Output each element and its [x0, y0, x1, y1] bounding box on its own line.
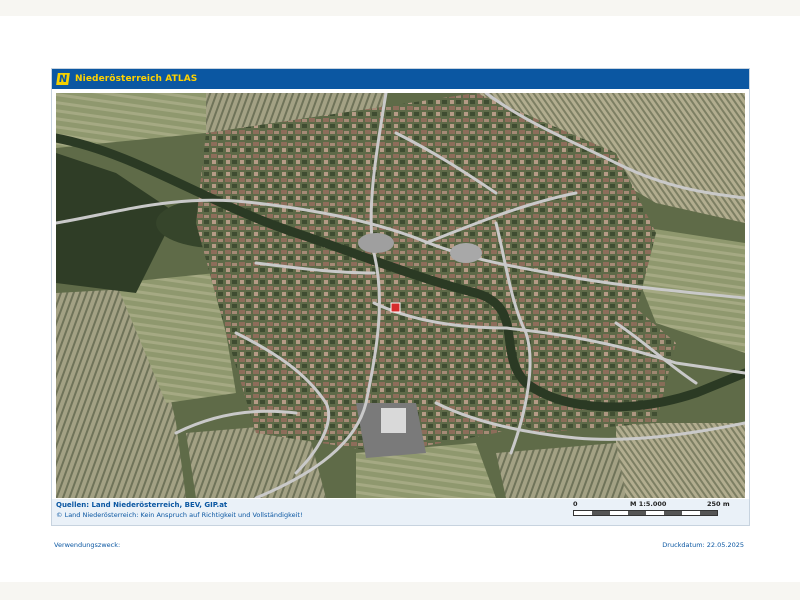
purpose-label: Verwendungszweck: — [54, 541, 121, 549]
noe-logo-icon: N — [56, 73, 70, 85]
scale-start-label: 0 — [573, 500, 578, 508]
sources-text: Quellen: Land Niederösterreich, BEV, GIP… — [56, 501, 228, 509]
atlas-frame: N Niederösterreich ATLAS Quellen: Land N… — [51, 68, 750, 526]
print-page: N Niederösterreich ATLAS Quellen: Land N… — [0, 16, 800, 582]
atlas-header: N Niederösterreich ATLAS — [52, 69, 749, 89]
location-marker — [390, 302, 401, 313]
scale-ratio-label: M 1:5.000 — [630, 500, 667, 508]
atlas-title: Niederösterreich ATLAS — [75, 74, 198, 84]
scale-bar — [573, 510, 718, 516]
map-footer: Quellen: Land Niederösterreich, BEV, GIP… — [52, 499, 749, 525]
aerial-map[interactable] — [56, 93, 745, 498]
map-image — [56, 93, 745, 498]
scale-end-label: 250 m — [707, 500, 730, 508]
print-date: Druckdatum: 22.05.2025 — [662, 541, 744, 549]
copyright-text: © Land Niederösterreich: Kein Anspruch a… — [56, 511, 303, 519]
